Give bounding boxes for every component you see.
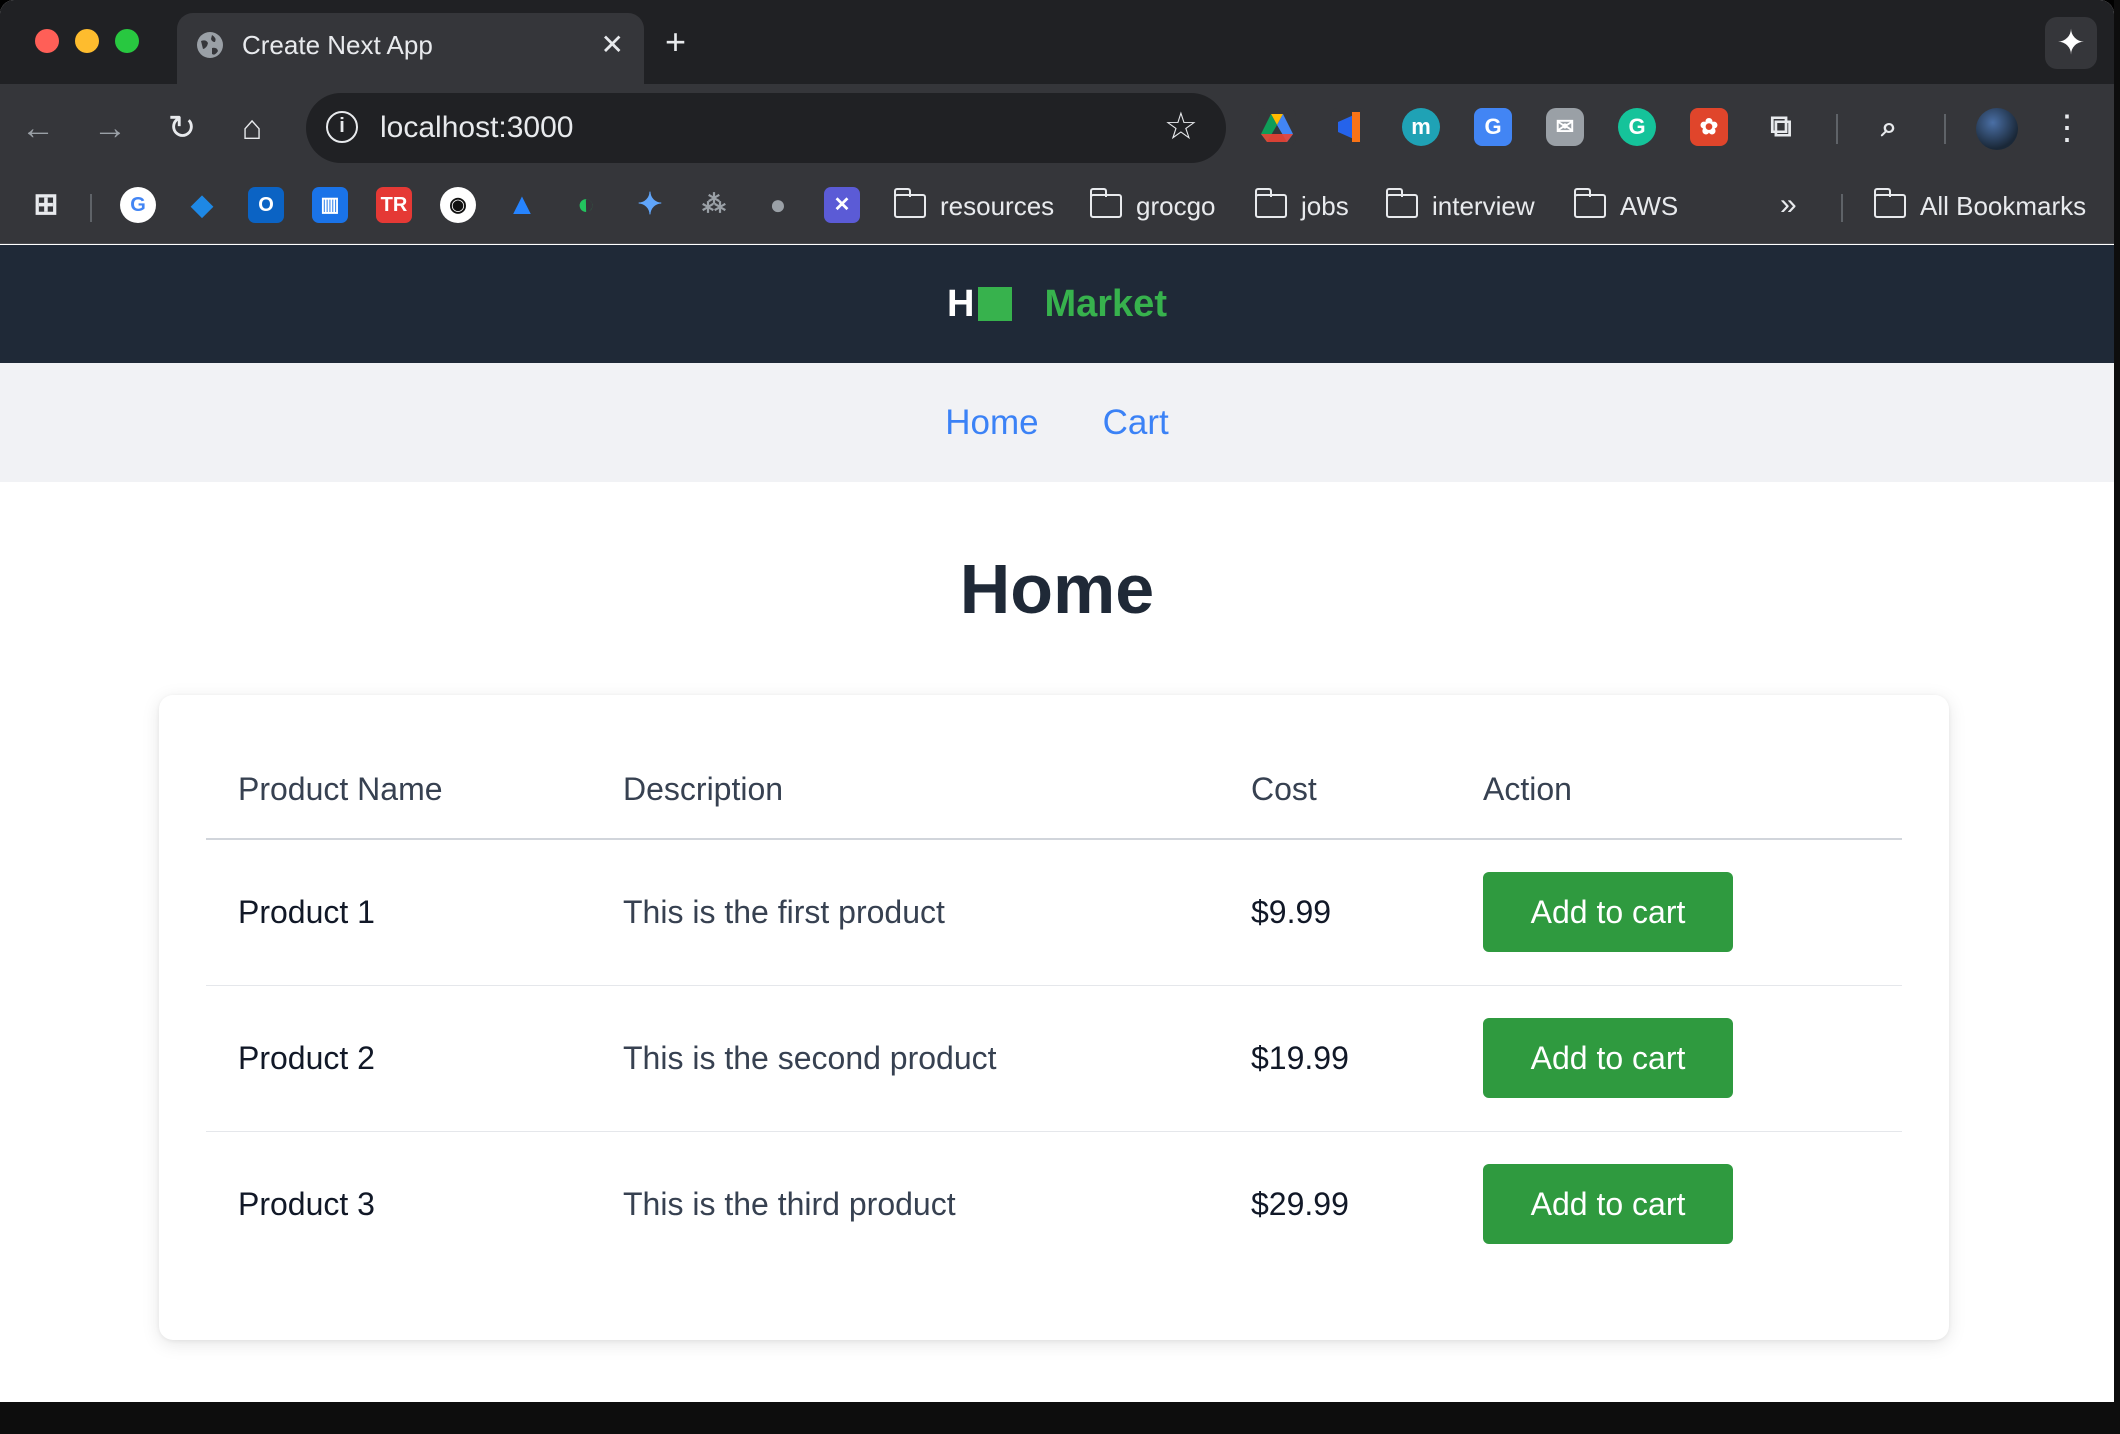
- bookmark-folder-aws[interactable]: AWS: [1573, 186, 1678, 226]
- bookmarks-divider: [1841, 194, 1843, 222]
- stack-bookmark-icon[interactable]: ◆: [184, 187, 220, 223]
- product-cost: $9.99: [1219, 839, 1451, 986]
- window-edge: [2114, 0, 2120, 1434]
- menu-kebab-icon[interactable]: ⋮: [2050, 106, 2084, 150]
- gemini-icon[interactable]: ✦: [2045, 17, 2097, 69]
- folder-icon: [1254, 188, 1287, 218]
- tab-title: Create Next App: [242, 30, 433, 60]
- nav-link-home[interactable]: Home: [945, 403, 1038, 443]
- site-header: H Market: [0, 245, 2114, 363]
- minimize-window-button[interactable]: [75, 29, 99, 53]
- table-header-row: Product Name Description Cost Action: [206, 741, 1902, 840]
- folder-icon: [1873, 188, 1906, 218]
- site-logo[interactable]: H Market: [947, 283, 1167, 326]
- product-action-cell: Add to cart: [1451, 985, 1902, 1132]
- add-to-cart-button[interactable]: Add to cart: [1483, 1018, 1733, 1098]
- github-bookmark-icon[interactable]: ◉: [440, 187, 476, 223]
- new-tab-button[interactable]: +: [665, 22, 686, 62]
- tab-close-icon[interactable]: ✕: [601, 28, 624, 62]
- bookmark-folder-resources[interactable]: resources: [893, 186, 1054, 226]
- tab-strip: Create Next App ✕ + ✦: [0, 0, 2114, 84]
- tr-bookmark-icon[interactable]: TR: [376, 187, 412, 223]
- site-nav: Home Cart: [0, 363, 2114, 482]
- table-row: Product 3 This is the third product $29.…: [206, 1131, 1902, 1277]
- table-row: Product 1 This is the first product $9.9…: [206, 839, 1902, 986]
- tab-search-icon[interactable]: ⌕: [1870, 108, 1908, 146]
- product-action-cell: Add to cart: [1451, 839, 1902, 986]
- product-name: Product 2: [206, 985, 591, 1132]
- add-to-cart-button[interactable]: Add to cart: [1483, 1164, 1733, 1245]
- product-name: Product 1: [206, 839, 591, 986]
- gemini-bookmark-icon[interactable]: ✦: [632, 187, 668, 223]
- logo-letter: H: [947, 282, 975, 325]
- table-row: Product 2 This is the second product $19…: [206, 985, 1902, 1132]
- bookmark-folder-interview[interactable]: interview: [1385, 186, 1535, 226]
- atlassian-bookmark-icon[interactable]: ▲: [504, 187, 540, 223]
- column-header-description: Description: [591, 741, 1219, 840]
- folder-icon: [1385, 188, 1418, 218]
- home-icon[interactable]: ⌂: [228, 104, 276, 152]
- crescent-bookmark-icon[interactable]: ◐: [568, 187, 604, 223]
- reload-icon[interactable]: ↻: [158, 104, 206, 152]
- address-bar[interactable]: i localhost:3000 ☆: [306, 93, 1226, 163]
- trello-bookmark-icon[interactable]: ▥: [312, 187, 348, 223]
- globe-icon: [197, 32, 223, 58]
- more-bookmarks-icon[interactable]: »: [1780, 187, 1797, 223]
- column-header-product-name: Product Name: [206, 741, 591, 840]
- toolbar-divider: [1944, 114, 1946, 144]
- bookmark-folder-grocgo[interactable]: grocgo: [1089, 186, 1216, 226]
- browser-tab[interactable]: Create Next App ✕: [177, 13, 644, 84]
- folder-icon: [1089, 188, 1122, 218]
- web-page: H Market Home Cart Home Product Name Des…: [0, 245, 2114, 1402]
- browser-toolbar: ← → ↻ ⌂ i localhost:3000 ☆ m G ✉ G ✿ ⧉ ⌕…: [0, 84, 2114, 172]
- close-window-button[interactable]: [35, 29, 59, 53]
- google-translate-icon[interactable]: G: [1474, 108, 1512, 146]
- product-cost: $29.99: [1251, 1185, 1349, 1222]
- folder-icon: [1573, 188, 1606, 218]
- product-description: This is the second product: [591, 985, 1219, 1132]
- url-text[interactable]: localhost:3000: [380, 110, 573, 146]
- bookmark-folder-jobs[interactable]: jobs: [1254, 186, 1349, 226]
- browser-window: Create Next App ✕ + ✦ ← → ↻ ⌂ i localhos…: [0, 0, 2114, 1402]
- bookmarks-divider: [90, 194, 92, 222]
- add-to-cart-button[interactable]: Add to cart: [1483, 872, 1733, 953]
- maximize-window-button[interactable]: [115, 29, 139, 53]
- m-extension-icon[interactable]: m: [1402, 108, 1440, 146]
- ms-extension-icon[interactable]: [1330, 108, 1368, 146]
- forward-icon[interactable]: →: [86, 104, 134, 152]
- apps-grid-icon[interactable]: ⊞: [28, 187, 64, 223]
- nodes-bookmark-icon[interactable]: ⁂: [696, 187, 732, 223]
- page-title: Home: [959, 550, 1155, 628]
- logo-square-icon: [978, 287, 1013, 321]
- bookmark-star-icon[interactable]: ☆: [1164, 105, 1198, 149]
- profile-avatar[interactable]: [1976, 108, 2018, 150]
- grammarly-icon[interactable]: G: [1618, 108, 1656, 146]
- product-description: This is the first product: [591, 839, 1219, 986]
- folder-icon: [893, 188, 926, 218]
- brand-name: Market: [1044, 282, 1167, 325]
- bug-extension-icon[interactable]: ✿: [1690, 108, 1728, 146]
- product-description: This is the third product: [623, 1185, 956, 1222]
- nav-link-cart[interactable]: Cart: [1103, 403, 1169, 443]
- toolbar-divider: [1836, 114, 1838, 144]
- site-info-icon[interactable]: i: [326, 111, 358, 143]
- extensions-puzzle-icon[interactable]: ⧉: [1762, 108, 1800, 146]
- product-cost: $19.99: [1219, 985, 1451, 1132]
- outlook-bookmark-icon[interactable]: O: [248, 187, 284, 223]
- column-header-action: Action: [1451, 741, 1902, 840]
- x-bookmark-icon[interactable]: ✕: [824, 187, 860, 223]
- envelope-extension-icon[interactable]: ✉: [1546, 108, 1584, 146]
- product-name: Product 3: [238, 1185, 375, 1222]
- all-bookmarks-folder[interactable]: All Bookmarks: [1873, 186, 2086, 226]
- product-action-cell: Add to cart: [1451, 1131, 1902, 1277]
- apple-bookmark-icon[interactable]: ●: [760, 187, 796, 223]
- column-header-cost: Cost: [1219, 741, 1451, 840]
- window-bottom-edge: [0, 1402, 2120, 1434]
- bookmarks-bar: ⊞ G ◆ O ▥ TR ◉ ▲ ◐ ✦ ⁂ ● ✕ resources gro…: [0, 172, 2114, 244]
- back-icon[interactable]: ←: [14, 104, 62, 152]
- products-table: Product Name Description Cost Action Pro…: [206, 741, 1902, 1277]
- products-card: Product Name Description Cost Action Pro…: [159, 695, 1949, 1340]
- google-bookmark-icon[interactable]: G: [120, 187, 156, 223]
- google-drive-icon[interactable]: [1258, 108, 1296, 146]
